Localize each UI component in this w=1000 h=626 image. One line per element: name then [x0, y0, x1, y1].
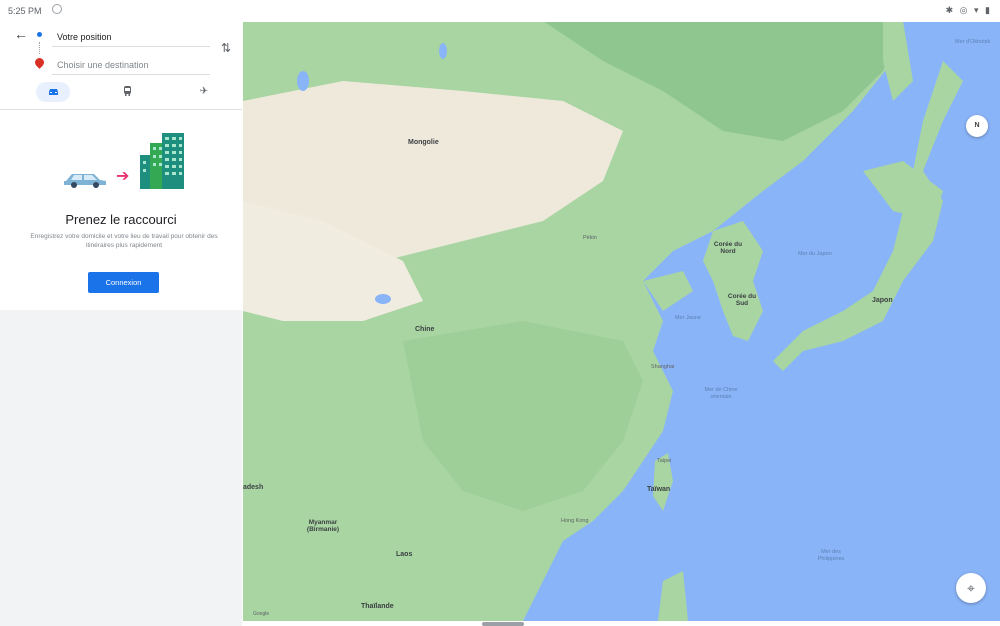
- transit-icon: [123, 86, 131, 97]
- label-japan: Japon: [872, 297, 893, 304]
- directions-panel: ← Votre position Choisir une destination…: [0, 0, 242, 626]
- compass-icon: N: [974, 122, 980, 129]
- compass-button[interactable]: N: [966, 115, 988, 137]
- map-view[interactable]: Mongolie Chine Corée du Nord Corée du Su…: [243, 21, 1000, 621]
- destination-field[interactable]: Choisir une destination: [52, 53, 210, 75]
- route-dots: [39, 42, 41, 54]
- label-china: Chine: [415, 326, 435, 333]
- flight-mode-tab[interactable]: ✈: [192, 82, 216, 102]
- label-mongolia: Mongolie: [408, 139, 439, 146]
- google-status-icon: [52, 4, 62, 14]
- my-location-button[interactable]: ⌖: [956, 573, 986, 603]
- building-illustration-icon: [140, 133, 184, 189]
- swap-vert-icon[interactable]: ⇅: [221, 41, 231, 55]
- label-thailand: Thaïlande: [361, 603, 394, 610]
- flight-icon: ✈: [199, 86, 209, 97]
- korea-peninsula: [703, 221, 763, 341]
- label-myanmar: Myanmar (Birmanie): [306, 519, 340, 533]
- travel-mode-tabs: ✈: [0, 78, 242, 106]
- origin-dot-icon: [37, 32, 42, 37]
- label-bangladesh: adesh: [243, 484, 264, 491]
- status-bar: 5:25 PM ✱ ◎ ▾ ▮: [0, 0, 1000, 22]
- car-illustration-icon: [64, 174, 106, 188]
- app-root: ← Votre position Choisir une destination…: [0, 0, 1000, 626]
- home-gesture-handle[interactable]: [482, 622, 524, 626]
- label-philippine-sea: Mer des Philippines: [817, 549, 845, 562]
- car-mode-tab[interactable]: [36, 82, 70, 102]
- arrow-back-icon[interactable]: ←: [14, 26, 28, 42]
- transit-mode-tab[interactable]: [115, 82, 139, 102]
- label-north-korea: Corée du Nord: [713, 241, 743, 255]
- label-yellow-sea: Mer Jaune: [675, 315, 701, 321]
- login-button[interactable]: Connexion: [88, 272, 159, 293]
- label-south-korea: Corée du Sud: [727, 293, 757, 307]
- label-east-china-sea: Mer de Chine orientale: [704, 387, 738, 400]
- map-canvas: [243, 21, 963, 621]
- label-okhotsk: Mer d'Okhotsk: [955, 39, 991, 45]
- my-location-icon: ⌖: [967, 580, 975, 596]
- origin-field[interactable]: Votre position: [52, 25, 210, 47]
- arrow-right-icon: ➔: [116, 168, 130, 185]
- status-time: 5:25 PM: [8, 6, 42, 16]
- label-laos: Laos: [396, 551, 413, 558]
- city-hong-kong: Hong Kong: [561, 518, 589, 524]
- city-taipei: Taipei: [657, 458, 672, 464]
- city-beijing: Pékin: [583, 235, 597, 241]
- car-icon: [48, 88, 58, 95]
- map-attribution: Google: [253, 611, 270, 617]
- label-taiwan: Taïwan: [647, 486, 671, 493]
- label-sea-of-japan: Mer du Japon: [798, 251, 832, 257]
- promo-description: Enregistrez votre domicile et votre lieu…: [30, 233, 218, 249]
- city-shanghai: Shanghai: [651, 364, 675, 370]
- system-status-icons: ✱ ◎ ▾ ▮: [945, 5, 992, 15]
- promo-title: Prenez le raccourci: [65, 212, 177, 227]
- destination-pin-icon: [33, 56, 46, 69]
